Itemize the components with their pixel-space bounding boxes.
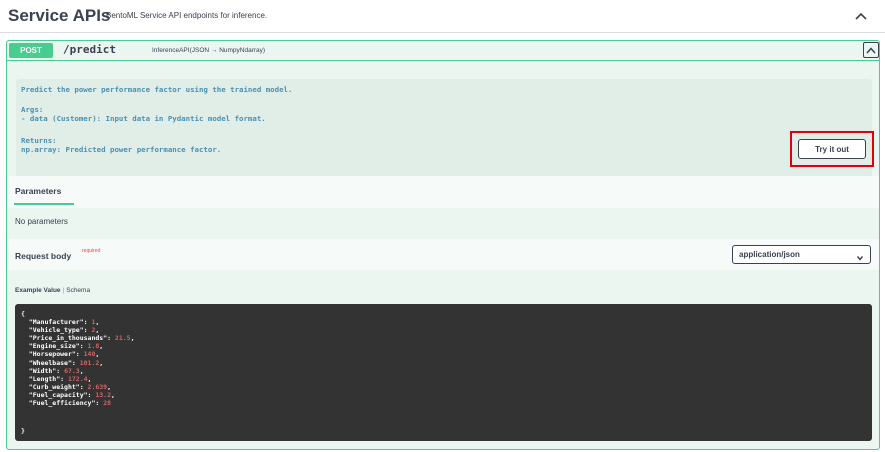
json-separator: ,	[95, 350, 100, 359]
code-line: "Width": 67.3,	[21, 367, 84, 375]
section-description: BentoML Service API endpoints for infere…	[106, 11, 268, 20]
json-separator: ,	[87, 374, 92, 383]
chevron-up-icon[interactable]	[863, 42, 879, 58]
json-key: "Price_in_thousands":	[28, 334, 115, 343]
example-tabs: Example Value | Schema	[15, 287, 91, 294]
json-separator: ,	[79, 366, 84, 375]
json-value: 67.3	[64, 366, 80, 375]
request-body-bar: Request body required application/json	[7, 239, 879, 270]
endpoint-path: /predict	[63, 43, 116, 56]
json-separator: ,	[107, 382, 112, 391]
chevron-down-icon	[855, 250, 865, 261]
method-badge: POST	[9, 43, 53, 58]
json-separator: ,	[95, 318, 100, 326]
tab-example-value[interactable]: Example Value	[15, 287, 61, 294]
json-key: "Length":	[28, 374, 68, 383]
code-line: "Manufacturer": 1,	[21, 318, 99, 326]
json-key: "Fuel_efficiency":	[28, 399, 104, 407]
json-separator: ,	[130, 334, 135, 343]
try-it-out-button[interactable]: Try it out	[798, 139, 866, 159]
json-key: "Width":	[28, 366, 65, 375]
code-line: "Fuel_efficiency": 28	[21, 399, 111, 407]
doc-line: - data (Customer): Input data in Pydanti…	[21, 114, 266, 123]
json-separator: ,	[99, 342, 104, 351]
request-body-label: Request body	[15, 251, 72, 261]
code-line: "Length": 172.4,	[21, 374, 92, 383]
json-key: "Curb_weight":	[28, 382, 88, 391]
json-value: 2.639	[87, 382, 108, 391]
tab-parameters[interactable]: Parameters	[15, 186, 61, 196]
json-key: "Horsepower":	[28, 350, 84, 359]
content-type-select[interactable]: application/json	[732, 245, 871, 264]
parameters-bar: Parameters	[7, 176, 879, 208]
tab-schema[interactable]: Schema	[66, 287, 90, 294]
no-parameters-text: No parameters	[15, 217, 68, 226]
code-line: "Fuel_capacity": 13.2,	[21, 391, 115, 399]
code-open-brace: {	[21, 310, 25, 318]
active-tab-indicator	[14, 203, 74, 205]
example-code-block[interactable]: { "Manufacturer": 1, "Vehicle_type": 2, …	[15, 304, 872, 441]
operation-summary-text: InferenceAPI(JSON → NumpyNdarray)	[152, 47, 266, 54]
code-line: "Curb_weight": 2.639,	[21, 383, 111, 391]
required-marker: required	[82, 248, 101, 254]
json-value: 172.4	[67, 374, 88, 383]
doc-line: np.array: Predicted power performance fa…	[21, 145, 222, 154]
code-line: "Horsepower": 140,	[21, 350, 99, 358]
json-key: "Manufacturer":	[28, 318, 92, 326]
operation-summary[interactable]: POST /predict InferenceAPI(JSON → NumpyN…	[7, 41, 879, 61]
service-apis-header[interactable]: Service APIs BentoML Service API endpoin…	[0, 0, 885, 33]
json-value: 28	[103, 399, 112, 407]
predict-operation-block: POST /predict InferenceAPI(JSON → NumpyN…	[6, 40, 880, 450]
json-key: "Engine_size":	[28, 342, 88, 351]
json-separator: ,	[111, 390, 115, 399]
code-close-brace: }	[21, 427, 25, 435]
json-value: 1.8	[87, 342, 100, 351]
section-title: Service APIs	[8, 6, 111, 25]
json-value: 21.5	[114, 334, 131, 343]
code-line: "Wheelbase": 101.2,	[21, 359, 103, 367]
code-line: "Vehicle_type": 2,	[21, 326, 99, 334]
json-key: "Fuel_capacity":	[28, 390, 96, 399]
json-separator: ,	[99, 358, 104, 367]
json-key: "Vehicle_type":	[28, 326, 92, 335]
json-separator: ,	[95, 326, 100, 335]
code-line: "Price_in_thousands": 21.5,	[21, 334, 135, 342]
doc-line: Args:	[21, 105, 44, 114]
code-line: "Engine_size": 1.8,	[21, 342, 103, 350]
chevron-up-icon[interactable]	[851, 6, 871, 26]
json-key: "Wheelbase":	[28, 358, 80, 367]
content-type-value: application/json	[739, 250, 800, 259]
json-value: 101.2	[79, 358, 100, 367]
json-value: 13.2	[95, 390, 112, 399]
doc-line: Predict the power performance factor usi…	[21, 85, 293, 94]
doc-line: Returns:	[21, 136, 57, 145]
json-value: 140	[83, 350, 96, 359]
